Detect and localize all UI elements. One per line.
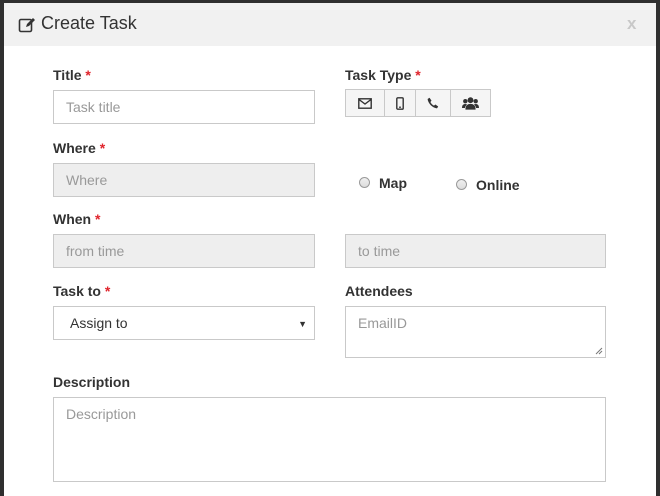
task-type-phone-button[interactable] [415,89,451,117]
modal-title: Create Task [41,13,137,33]
required-mark: * [85,67,91,83]
task-to-label-text: Task to [53,283,101,299]
group-icon [462,96,479,110]
where-label-text: Where [53,140,96,156]
task-type-button-group [345,89,491,117]
to-time-input[interactable]: to time [345,234,606,268]
online-radio[interactable] [456,179,467,190]
title-label: Title * [53,67,91,83]
required-mark: * [104,283,111,299]
task-to-label: Task to * [53,283,110,299]
to-time-placeholder: to time [358,243,401,259]
description-label: Description [53,374,130,390]
attendees-label-text: Attendees [345,283,413,299]
required-mark: * [415,67,421,83]
title-label-text: Title [53,67,82,83]
title-input-placeholder: Task title [66,99,121,115]
description-label-text: Description [53,374,131,390]
close-button[interactable]: x [627,14,636,34]
phone-icon [427,97,439,109]
attendees-label: Attendees [345,283,413,299]
title-input[interactable]: Task title [53,90,315,124]
map-radio-label: Map [379,175,407,191]
attendees-textarea[interactable]: EmailID [345,306,606,358]
online-radio-label: Online [476,177,520,193]
required-mark: * [99,140,106,156]
edit-icon [18,18,35,33]
when-label-text: When [53,211,92,227]
where-input-placeholder: Where [66,172,108,188]
where-input[interactable]: Where [53,163,315,197]
assign-to-selected-value: Assign to [70,315,128,331]
required-mark: * [95,211,101,227]
assign-to-select[interactable]: Assign to ▼ [53,306,315,340]
where-label: Where * [53,140,105,156]
create-task-modal: Create Task x Title * Task title Task Ty… [4,3,656,496]
from-time-input[interactable]: from time [53,234,315,268]
attendees-placeholder: EmailID [358,315,408,331]
dropdown-caret-icon: ▼ [298,319,307,329]
from-time-placeholder: from time [66,243,125,259]
map-radio[interactable] [359,177,370,188]
description-placeholder: Description [66,406,137,422]
task-type-email-button[interactable] [345,89,385,117]
modal-header: Create Task x [4,3,656,46]
description-textarea[interactable]: Description [53,397,606,482]
resize-grip-icon[interactable] [595,347,603,355]
task-type-group-button[interactable] [450,89,491,117]
when-label: When * [53,211,100,227]
mobile-icon [396,96,404,110]
task-type-label-text: Task Type [345,67,412,83]
task-type-label: Task Type * [345,67,421,83]
task-type-mobile-button[interactable] [384,89,416,117]
envelope-icon [358,97,372,109]
